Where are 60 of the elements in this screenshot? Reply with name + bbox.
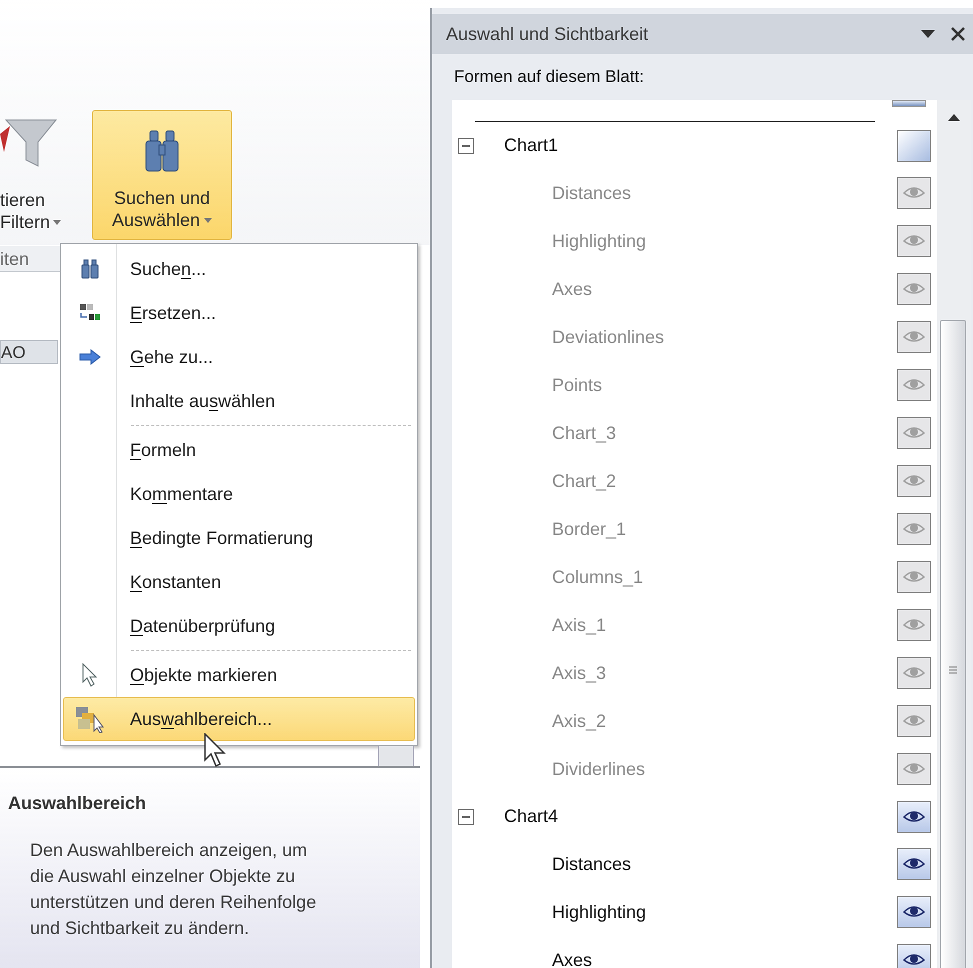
find-select-button[interactable]: Suchen und Auswählen — [92, 110, 232, 240]
scrollbar-thumb[interactable] — [940, 320, 966, 968]
binoculars-icon — [80, 259, 100, 279]
grip-icon — [949, 666, 957, 674]
tooltip-title: Auswahlbereich — [8, 792, 148, 815]
button-label[interactable]: tieren — [0, 189, 46, 211]
visibility-button[interactable] — [897, 848, 931, 880]
group-label: iten — [0, 246, 60, 272]
tooltip-text: Den Auswahlbereich anzeigen, um die Auswahl einzelner Objekte zu unterstützen und deren Reihenfolge und Sichtbarkeit zu ändern. — [30, 839, 318, 940]
eye-icon — [903, 714, 925, 728]
collapse-toggle[interactable] — [458, 808, 474, 824]
eye-icon — [903, 186, 925, 200]
shape-name[interactable]: Highlighting — [552, 898, 646, 926]
arrow-icon — [79, 349, 101, 365]
eye-icon — [903, 666, 925, 680]
menu-item[interactable]: Objekte markieren — [63, 653, 415, 697]
menu-item[interactable]: Kommentare — [63, 472, 415, 516]
eye-icon — [903, 953, 925, 967]
eye-icon — [903, 330, 925, 344]
menu-item[interactable]: Gehe zu... — [63, 335, 415, 379]
caret-icon — [53, 220, 62, 224]
close-icon[interactable] — [951, 27, 965, 41]
eye-icon — [903, 426, 925, 440]
menu-item[interactable]: Datenüberprüfung — [63, 604, 415, 648]
caret-icon — [204, 218, 212, 222]
collapse-toggle[interactable] — [458, 138, 474, 154]
eye-icon — [903, 282, 925, 296]
menu-item[interactable]: Konstanten — [63, 560, 415, 604]
eye-icon — [903, 810, 925, 824]
column-header: AO — [0, 340, 58, 364]
scroll-up-icon[interactable] — [948, 114, 960, 121]
eye-icon — [903, 378, 925, 392]
eye-icon — [903, 857, 925, 871]
pointer-icon — [82, 663, 98, 687]
shape-name[interactable]: Chart4 — [504, 803, 558, 830]
panel-title: Auswahl und Sichtbarkeit — [446, 22, 650, 46]
menu-item[interactable]: Auswahlbereich... — [63, 697, 415, 741]
visibility-button[interactable] — [897, 944, 931, 968]
panel-label: Formen auf diesem Blatt: — [453, 66, 645, 88]
shape-name[interactable]: Axes — [552, 946, 592, 968]
menu-item[interactable]: Formeln — [63, 428, 415, 472]
eye-icon — [903, 570, 925, 584]
shape-name[interactable]: Chart1 — [504, 132, 558, 159]
selection-pane-icon — [74, 705, 106, 733]
eye-icon — [903, 905, 925, 919]
menu-item[interactable]: Inhalte auswählen — [63, 379, 415, 423]
filter-button[interactable]: Filtern — [0, 211, 62, 233]
menu-item[interactable]: Suchen... — [63, 247, 415, 291]
menu-item[interactable]: Ersetzen... — [63, 291, 415, 335]
visibility-button[interactable] — [897, 800, 931, 832]
eye-icon — [903, 618, 925, 632]
eye-icon — [903, 234, 925, 248]
eye-icon — [903, 474, 925, 488]
eye-icon — [903, 762, 925, 776]
replace-icon — [79, 303, 101, 323]
menu-item[interactable]: Bedingte Formatierung — [63, 516, 415, 560]
shape-name[interactable]: Distances — [552, 850, 632, 878]
dropdown-icon[interactable] — [921, 30, 935, 38]
eye-icon — [903, 522, 925, 536]
visibility-button[interactable] — [897, 896, 931, 928]
